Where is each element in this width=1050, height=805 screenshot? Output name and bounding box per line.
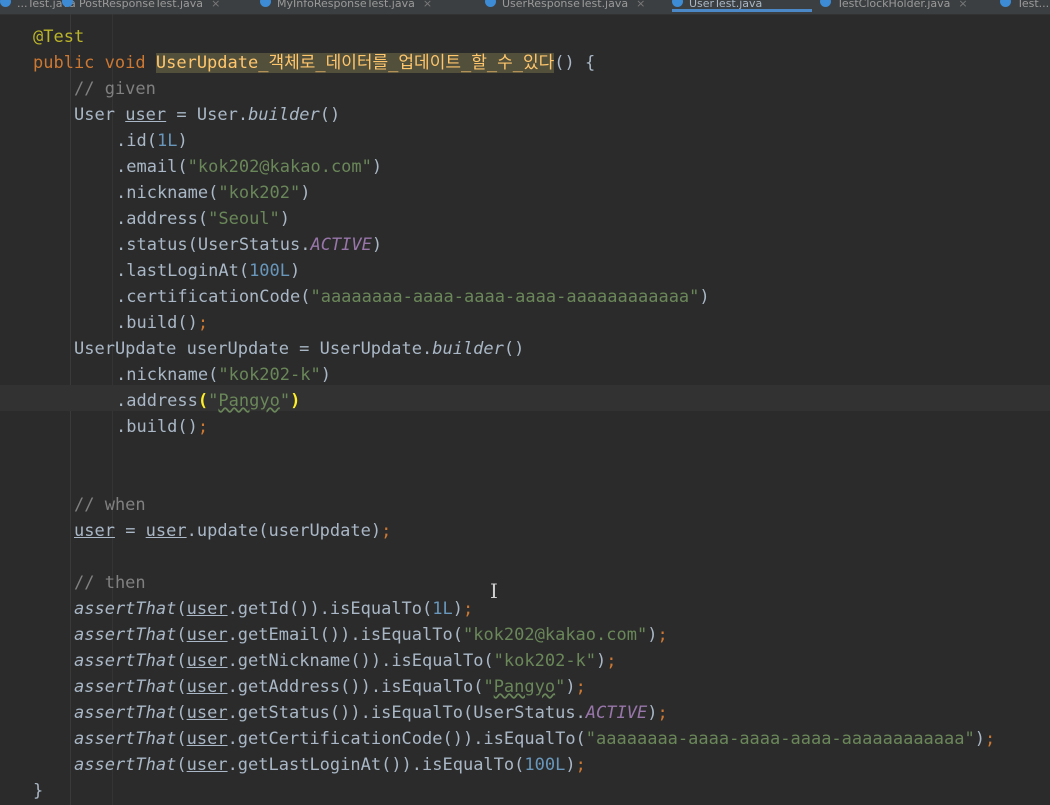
code-line: .status(UserStatus.ACTIVE) xyxy=(116,235,383,255)
method-name: UserUpdate_객체로_데이터를_업데이트_할_수_있다 xyxy=(155,53,555,73)
tab-user-test[interactable]: UserTest.java xyxy=(672,0,812,12)
code-line: assertThat(user.getAddress()).isEqualTo(… xyxy=(74,677,586,697)
tab-post-response-test[interactable]: PostResponseTest.java × xyxy=(62,0,252,12)
java-class-icon xyxy=(820,0,831,7)
code-line: .email("kok202@kakao.com") xyxy=(116,157,383,177)
code-line: .nickname("kok202-k") xyxy=(116,365,331,385)
java-class-icon xyxy=(485,0,496,7)
code-editor[interactable]: @Test public void UserUpdate_객체로_데이터를_업데… xyxy=(0,14,1050,805)
code-line: .address("Seoul") xyxy=(116,209,291,229)
code-line: .id(1L) xyxy=(116,131,188,151)
close-icon[interactable]: × xyxy=(423,0,432,10)
close-icon[interactable]: × xyxy=(636,0,645,10)
java-class-icon xyxy=(260,0,271,7)
code-line: } xyxy=(33,781,44,801)
java-class-icon xyxy=(62,0,73,7)
code-line: assertThat(user.getLastLoginAt()).isEqua… xyxy=(74,755,586,775)
code-line: .certificationCode("aaaaaaaa-aaaa-aaaa-a… xyxy=(116,287,710,307)
close-icon[interactable]: × xyxy=(958,0,967,10)
code-line: assertThat(user.getId()).isEqualTo(1L); xyxy=(74,599,474,619)
code-line: user = user.update(userUpdate); xyxy=(74,521,392,541)
tab-test-clock-holder[interactable]: TestClockHolder.java × xyxy=(820,0,1000,12)
code-line: assertThat(user.getNickname()).isEqualTo… xyxy=(74,651,617,671)
code-line: .nickname("kok202") xyxy=(116,183,311,203)
code-line: .address(.address("Pangyo") xyxy=(116,391,301,411)
code-line: .build(); xyxy=(116,313,209,333)
tab-user-response-test[interactable]: UserResponseTest.java × xyxy=(485,0,665,12)
code-line: public void UserUpdate_객체로_데이터를_업데이트_할_수… xyxy=(33,53,596,73)
tab-myinfo-response-test[interactable]: MyInfoResponseTest.java × xyxy=(260,0,475,12)
code-line: // given xyxy=(74,79,156,99)
text-cursor-icon: I xyxy=(490,579,498,603)
code-line: UserUpdate userUpdate = UserUpdate.build… xyxy=(74,339,525,359)
java-class-icon xyxy=(672,0,683,7)
code-line: // then xyxy=(74,573,146,593)
editor-tab-bar: ...Test.java PostResponseTest.java × MyIn… xyxy=(0,0,1050,15)
tab-file-7[interactable]: Test... xyxy=(1000,0,1050,12)
code-line: @Test xyxy=(33,27,85,47)
code-line: User user = User.builder() xyxy=(74,105,341,125)
code-line: assertThat(user.getEmail()).isEqualTo("k… xyxy=(74,625,668,645)
code-line: // when xyxy=(74,495,146,515)
close-icon[interactable]: × xyxy=(211,0,220,10)
code-line: .lastLoginAt(100L) xyxy=(116,261,301,281)
code-line: assertThat(user.getStatus()).isEqualTo(U… xyxy=(74,703,668,723)
java-class-icon xyxy=(0,0,11,7)
code-line: .build(); xyxy=(116,417,209,437)
java-class-icon xyxy=(1000,0,1011,7)
code-line: assertThat(user.getCertificationCode()).… xyxy=(74,729,996,749)
